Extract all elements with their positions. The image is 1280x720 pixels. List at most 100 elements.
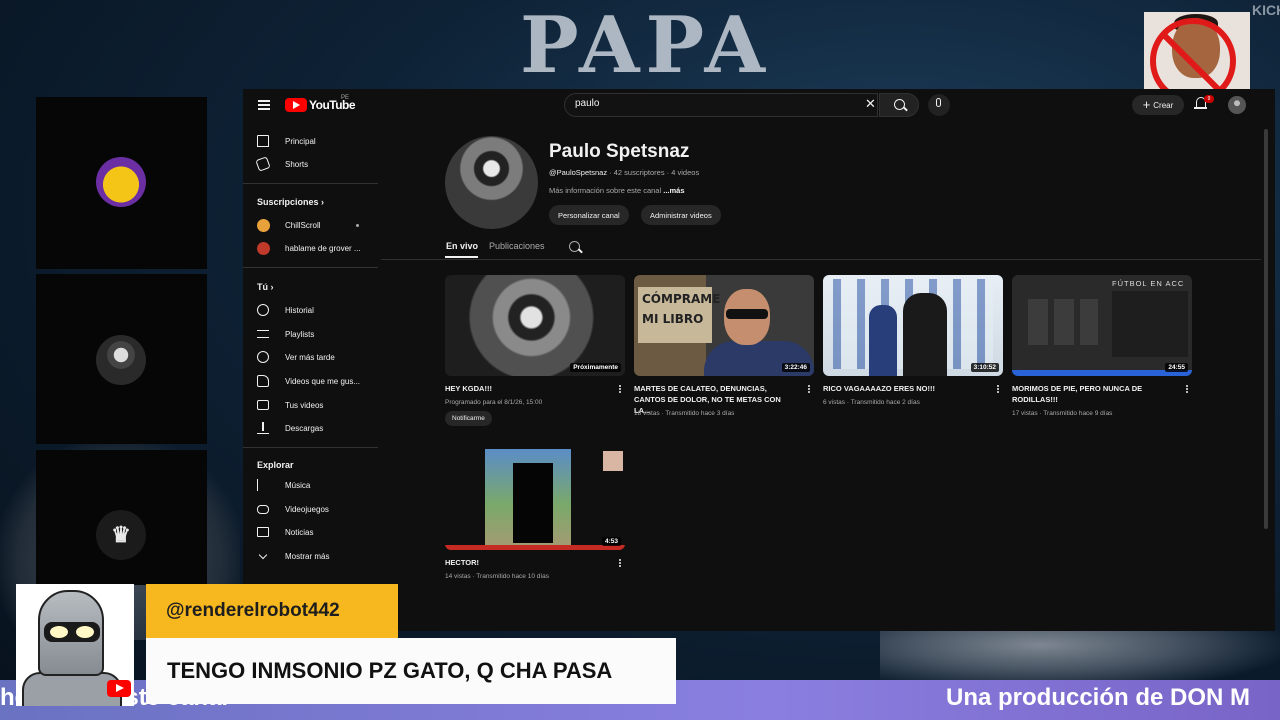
more-options-icon[interactable] (1186, 385, 1188, 387)
sidebar-item-label: Descargas (285, 423, 324, 433)
more-options-icon[interactable] (619, 385, 621, 387)
you-heading-label: Tú (257, 282, 268, 292)
chat-avatar-bender (16, 584, 134, 706)
background-banner-title: PAPA (520, 0, 771, 91)
tab-publicaciones[interactable]: Publicaciones (489, 241, 545, 251)
video-title[interactable]: HECTOR! (445, 557, 609, 568)
youtube-window: YouTube PE ✕ + Crear 9 Principal Shorts (243, 89, 1275, 631)
video-duration: 4:53 (601, 537, 621, 546)
live-dot-icon (356, 223, 359, 227)
channel-about-text: Más información sobre este canal (549, 186, 664, 195)
sidebar-item-historial[interactable]: Historial (257, 300, 377, 320)
sidebar-item-tus-videos[interactable]: Tus videos (257, 395, 377, 415)
voice-search-button[interactable] (928, 94, 950, 116)
bender-eye (76, 626, 94, 638)
sidebar-item-label: Shorts (285, 159, 309, 169)
account-avatar[interactable] (1228, 96, 1246, 114)
sidebar-item-descargas[interactable]: Descargas (257, 418, 377, 438)
plus-icon: + (1142, 97, 1151, 112)
video-meta: 17 vistas · Transmitido hace 9 días (1012, 410, 1113, 417)
youtube-logo-icon[interactable] (285, 98, 307, 112)
you-heading[interactable]: Tú › (257, 282, 274, 292)
channel-stats: · 42 suscriptores · 4 videos (607, 168, 700, 177)
video-title[interactable]: HEY KGDA!!! (445, 383, 609, 394)
sidebar-item-liked-videos[interactable]: Videos que me gus... (257, 371, 377, 391)
sidebar-item-ver-mas-tarde[interactable]: Ver más tarde (257, 347, 377, 367)
subscriptions-heading[interactable]: Suscripciones › (257, 197, 324, 207)
video-title[interactable]: RICO VAGAAAAZO ERES NO!!! (823, 383, 987, 394)
sidebar-item-shorts[interactable]: Shorts (255, 154, 377, 174)
video-icon (257, 400, 269, 410)
sidebar-divider (243, 183, 378, 184)
clock-icon (257, 351, 269, 363)
active-tab-indicator (445, 256, 478, 258)
search-button[interactable] (879, 93, 919, 117)
sidebar-item-musica[interactable]: Música (257, 475, 377, 495)
search-icon (894, 99, 905, 110)
notify-button[interactable]: Notificarme (445, 411, 492, 426)
side-panel-middle (36, 274, 207, 444)
video-title[interactable]: MORIMOS DE PIE, PERO NUNCA DE RODILLAS!!… (1012, 383, 1176, 405)
sidebar-item-playlists[interactable]: Playlists (257, 324, 377, 344)
video-duration: 24:55 (1165, 363, 1188, 372)
manage-videos-button[interactable]: Administrar videos (641, 205, 721, 225)
search-box[interactable] (564, 93, 878, 117)
gaming-icon (257, 504, 269, 514)
channel-name: Paulo Spetsnaz (549, 141, 690, 162)
sidebar-item-label: Ver más tarde (285, 352, 335, 362)
thumbnail-header-text: FÚTBOL EN ACC (1112, 279, 1185, 288)
channel-about[interactable]: Más información sobre este canal ...más (549, 186, 685, 195)
microphone-icon (936, 98, 941, 107)
video-thumbnail[interactable]: 3:10:52 (823, 275, 1003, 376)
menu-icon[interactable] (258, 100, 270, 110)
channel-search-icon[interactable] (569, 241, 580, 252)
sidebar-item-chillscroll[interactable]: ChillScroll (257, 215, 377, 235)
channel-handle: @PauloSpetsnaz (549, 168, 608, 177)
search-input[interactable] (575, 98, 855, 109)
chevron-down-icon (258, 550, 268, 559)
sidebar-item-videojuegos[interactable]: Videojuegos (257, 499, 377, 519)
side-panel-bottom: ♛ (36, 450, 207, 585)
channel-meta: @PauloSpetsnaz · 42 suscriptores · 4 vid… (549, 168, 699, 177)
side-panel-top (36, 97, 207, 269)
video-thumbnail[interactable]: 4:53 (445, 449, 625, 550)
more-options-icon[interactable] (619, 559, 621, 561)
sunglasses-icon (726, 309, 768, 319)
channel-avatar[interactable] (445, 136, 538, 229)
video-duration: 3:10:52 (970, 363, 999, 372)
subscriptions-heading-label: Suscripciones (257, 197, 319, 207)
customize-channel-button[interactable]: Personalizar canal (549, 205, 629, 225)
page-scrollbar[interactable] (1264, 129, 1268, 529)
sidebar-item-label: Mostrar más (285, 551, 330, 561)
music-icon (257, 479, 269, 491)
playlist-icon (257, 330, 269, 338)
tab-en-vivo[interactable]: En vivo (446, 241, 478, 251)
thumbnail-chat (1112, 291, 1188, 357)
grover-avatar (257, 241, 270, 255)
sidebar-item-label: Música (285, 480, 311, 490)
sidebar-item-principal[interactable]: Principal (257, 131, 377, 151)
sidebar-item-label: Videos que me gus... (285, 376, 361, 386)
chat-message: TENGO INMSONIO PZ GATO, Q CHA PASA (146, 638, 676, 704)
sidebar-item-mostrar-mas[interactable]: Mostrar más (257, 546, 377, 566)
sidebar-item-label: Videojuegos (285, 504, 329, 514)
clear-search-icon[interactable]: ✕ (865, 97, 876, 111)
thumbnail-person (869, 305, 897, 376)
home-icon (257, 135, 269, 147)
chillscroll-avatar (257, 218, 270, 232)
video-thumbnail[interactable]: CÓMPRAME MI LIBRO 3:22:46 (634, 275, 814, 376)
more-options-icon[interactable] (808, 385, 810, 387)
video-thumbnail[interactable]: FÚTBOL EN ACC 24:55 (1012, 275, 1192, 376)
create-button[interactable]: + Crear (1132, 95, 1184, 115)
sidebar-item-grover[interactable]: hablame de grover ... (257, 238, 377, 258)
more-options-icon[interactable] (997, 385, 999, 387)
video-thumbnail[interactable]: Próximamente (445, 275, 625, 376)
history-icon (257, 304, 269, 316)
panel-avatar-lol-icon (96, 157, 146, 207)
youtube-badge-icon (107, 680, 131, 697)
channel-about-more[interactable]: ...más (663, 186, 684, 195)
bender-eye (50, 626, 68, 638)
sidebar-item-noticias[interactable]: Noticias (257, 522, 377, 542)
sidebar-item-label: Noticias (285, 527, 314, 537)
sidebar-item-label: Principal (285, 136, 316, 146)
